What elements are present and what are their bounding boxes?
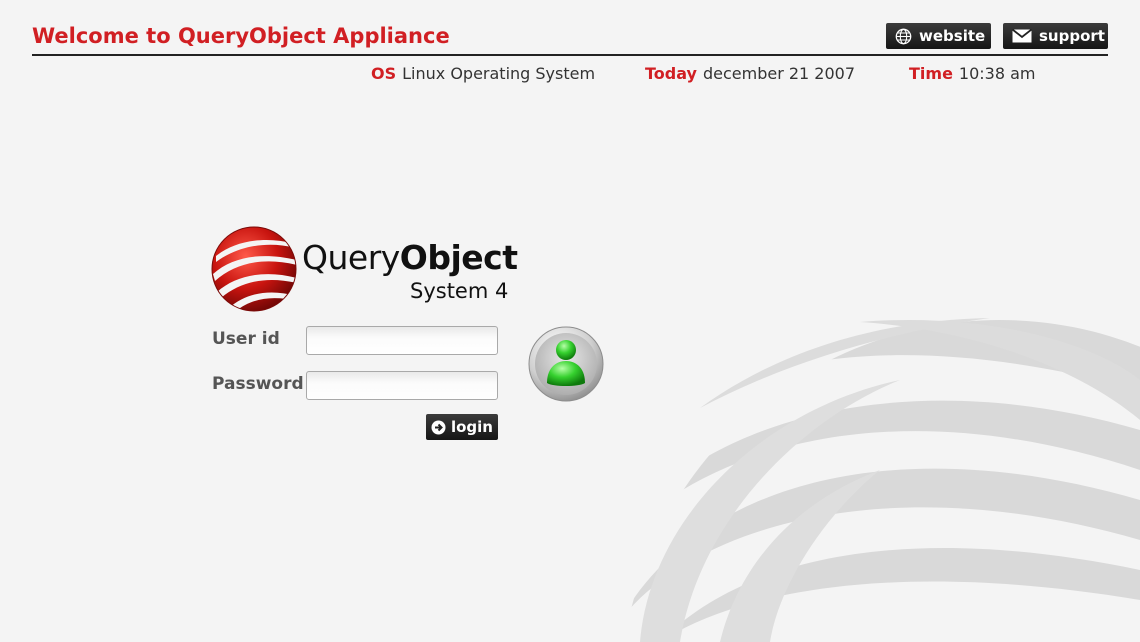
os-info: OS Linux Operating System bbox=[371, 64, 595, 83]
envelope-icon bbox=[1012, 29, 1032, 43]
today-key: Today bbox=[645, 64, 697, 83]
arrow-right-circle-icon bbox=[431, 420, 446, 435]
today-value: december 21 2007 bbox=[702, 64, 856, 83]
brand-name: QueryObject bbox=[302, 238, 518, 277]
brand-subtitle: System 4 bbox=[410, 279, 509, 303]
os-value: Linux Operating System bbox=[402, 64, 596, 83]
website-button[interactable]: website bbox=[886, 23, 991, 49]
password-label: Password bbox=[212, 374, 304, 394]
time-info: Time 10:38 am bbox=[909, 64, 1036, 83]
header-divider bbox=[32, 54, 1108, 56]
brand-name-part1: Query bbox=[302, 238, 400, 277]
login-button[interactable]: login bbox=[426, 414, 498, 440]
brand-name-part2: Object bbox=[399, 238, 518, 277]
website-button-label: website bbox=[919, 27, 986, 45]
page-title: Welcome to QueryObject Appliance bbox=[32, 24, 450, 48]
support-button-label: support bbox=[1039, 27, 1105, 45]
time-value: 10:38 am bbox=[958, 64, 1036, 83]
password-input[interactable] bbox=[306, 371, 498, 400]
os-key: OS bbox=[371, 64, 397, 83]
globe-icon bbox=[895, 28, 912, 45]
date-info: Today december 21 2007 bbox=[645, 64, 855, 83]
user-id-input[interactable] bbox=[306, 326, 498, 355]
user-icon bbox=[528, 326, 604, 402]
user-id-label: User id bbox=[212, 329, 280, 349]
queryobject-logo-icon bbox=[211, 226, 297, 312]
background-globe-graphic bbox=[620, 318, 1140, 642]
time-key: Time bbox=[909, 64, 953, 83]
login-button-label: login bbox=[450, 418, 493, 436]
support-button[interactable]: support bbox=[1003, 23, 1108, 49]
